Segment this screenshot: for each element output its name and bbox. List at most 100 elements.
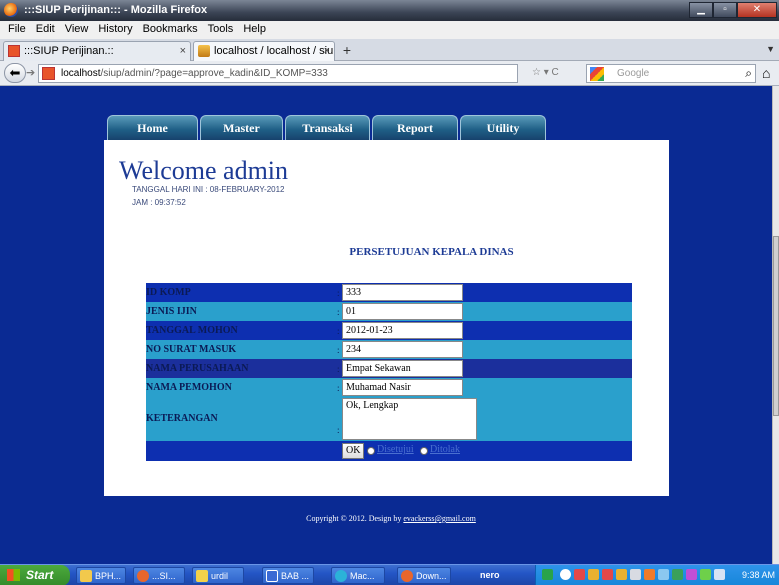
taskbar-item[interactable]: urdil xyxy=(192,567,244,584)
no-surat-masuk-field[interactable] xyxy=(342,341,463,358)
window-controls: ▁ ▫ ✕ xyxy=(689,2,777,18)
scrollbar-thumb[interactable] xyxy=(773,236,779,416)
reject-label[interactable]: Ditolak xyxy=(430,444,460,455)
form-row: TANGGAL MOHON : xyxy=(146,321,632,340)
tab-siup[interactable]: :::SIUP Perijinan.:: × xyxy=(3,41,191,61)
close-window-button[interactable]: ✕ xyxy=(737,2,777,18)
field-colon: : xyxy=(337,288,340,298)
tray-icon[interactable] xyxy=(700,569,711,580)
reload-icon: C xyxy=(551,67,559,78)
forward-button[interactable]: ➔ xyxy=(26,66,35,79)
tray-icon[interactable] xyxy=(630,569,641,580)
nama-pemohon-field[interactable] xyxy=(342,379,463,396)
form-title: PERSETUJUAN KEPALA DINAS xyxy=(349,246,514,258)
nav-home[interactable]: Home xyxy=(107,115,198,141)
menu-edit[interactable]: Edit xyxy=(32,21,61,39)
form-row: ID KOMP : xyxy=(146,283,632,302)
field-colon: : xyxy=(337,425,340,435)
firefox-icon xyxy=(137,570,149,582)
search-icon[interactable]: ⌕ xyxy=(745,66,752,81)
menu-view[interactable]: View xyxy=(61,21,95,39)
tab-scroll-arrow-icon[interactable]: ▼ xyxy=(766,44,775,54)
tray-icon[interactable] xyxy=(602,569,613,580)
tanggal-mohon-field[interactable] xyxy=(342,322,463,339)
menu-history[interactable]: History xyxy=(94,21,138,39)
taskbar-item[interactable]: BPH... xyxy=(76,567,126,584)
tray-icon[interactable] xyxy=(542,569,553,580)
form-row: NO SURAT MASUK : xyxy=(146,340,632,359)
tray-icon[interactable] xyxy=(658,569,669,580)
reject-radio[interactable] xyxy=(420,447,428,455)
field-colon: : xyxy=(337,307,340,317)
maximize-button[interactable]: ▫ xyxy=(713,2,737,18)
form-row: NAMA PERUSAHAAN : xyxy=(146,359,632,378)
site-identity-icon xyxy=(42,67,55,80)
field-label: JENIS IJIN xyxy=(146,306,197,317)
taskbar-item[interactable]: Down... xyxy=(397,567,451,584)
search-bar[interactable]: Google ⌕ xyxy=(586,64,756,83)
windows-logo-icon xyxy=(7,569,20,581)
tab-label: :::SIUP Perijinan.:: xyxy=(24,45,114,57)
field-colon: : xyxy=(337,326,340,336)
bookmark-star-icon[interactable]: ☆ ▾ C xyxy=(532,67,559,78)
search-placeholder: Google xyxy=(617,68,650,79)
close-tab-icon[interactable]: × xyxy=(180,45,186,57)
site-nav: Home Master Transaksi Report Utility xyxy=(107,115,546,141)
nav-master[interactable]: Master xyxy=(200,115,283,141)
page-scrollbar[interactable] xyxy=(772,86,779,564)
back-button[interactable]: ⬅ xyxy=(4,63,26,83)
menu-file[interactable]: File xyxy=(4,21,32,39)
tray-icon[interactable] xyxy=(574,569,585,580)
nav-report[interactable]: Report xyxy=(372,115,458,141)
nero-scout-icon[interactable]: nero xyxy=(474,567,522,584)
menu-bookmarks[interactable]: Bookmarks xyxy=(139,21,204,39)
winamp-icon xyxy=(196,570,208,582)
field-colon: : xyxy=(337,364,340,374)
tray-icon[interactable] xyxy=(644,569,655,580)
minimize-button[interactable]: ▁ xyxy=(689,2,713,18)
field-label: KETERANGAN xyxy=(146,413,218,424)
new-tab-button[interactable]: + xyxy=(338,43,356,59)
menu-help[interactable]: Help xyxy=(239,21,272,39)
tray-icon[interactable] xyxy=(616,569,627,580)
ok-button[interactable]: OK xyxy=(342,443,365,459)
id-komp-field[interactable] xyxy=(342,284,463,301)
home-icon[interactable]: ⌂ xyxy=(762,65,770,81)
taskbar-item[interactable]: Mac... xyxy=(331,567,385,584)
taskbar-item[interactable]: ...SI... xyxy=(133,567,185,584)
menu-tools[interactable]: Tools xyxy=(204,21,240,39)
start-button[interactable]: Start xyxy=(0,565,70,585)
browser-icon xyxy=(335,570,347,582)
approval-form: ID KOMP : JENIS IJIN : TANGGAL MOHON : N… xyxy=(146,283,632,461)
nav-utility[interactable]: Utility xyxy=(460,115,546,141)
tray-icon[interactable] xyxy=(560,569,571,580)
date-line: TANGGAL HARI INI : 08-FEBRUARY-2012 xyxy=(132,185,285,194)
approve-label[interactable]: Disetujui xyxy=(377,444,414,455)
taskbar-item[interactable]: BAB ... xyxy=(262,567,314,584)
welcome-heading: Welcome admin xyxy=(119,156,289,185)
tray-icon[interactable] xyxy=(714,569,725,580)
url-bar[interactable]: localhost/siup/admin/?page=approve_kadin… xyxy=(38,64,518,83)
nama-perusahaan-field[interactable] xyxy=(342,360,463,377)
field-label: NAMA PERUSAHAAN xyxy=(146,363,249,374)
tray-icon[interactable] xyxy=(672,569,683,580)
folder-icon xyxy=(80,570,92,582)
web-page: Home Master Transaksi Report Utility Wel… xyxy=(0,86,772,564)
approve-radio[interactable] xyxy=(367,447,375,455)
field-label: ID KOMP xyxy=(146,287,191,298)
word-icon xyxy=(266,570,278,582)
tray-icon[interactable] xyxy=(686,569,697,580)
content-panel: Welcome admin TANGGAL HARI INI : 08-FEBR… xyxy=(104,140,669,496)
jenis-ijin-field[interactable] xyxy=(342,303,463,320)
footer-copyright: Copyright © 2012. Design by evackerss@gm… xyxy=(306,514,476,523)
nav-transaksi[interactable]: Transaksi xyxy=(285,115,370,141)
firefox-icon xyxy=(401,570,413,582)
navigation-bar: ⬅ ➔ localhost/siup/admin/?page=approve_k… xyxy=(0,61,779,86)
tray-icon[interactable] xyxy=(588,569,599,580)
tab-phpmyadmin[interactable]: localhost / localhost / siup / nomor_m..… xyxy=(193,41,335,61)
close-tab-icon[interactable]: × xyxy=(324,45,330,57)
designer-email-link[interactable]: evackerss@gmail.com xyxy=(403,514,475,523)
keterangan-field[interactable]: Ok, Lengkap xyxy=(342,398,477,440)
taskbar: Start BPH... ...SI... urdil BAB ... Mac.… xyxy=(0,564,779,585)
form-row: OK Disetujui Ditolak xyxy=(146,441,632,461)
